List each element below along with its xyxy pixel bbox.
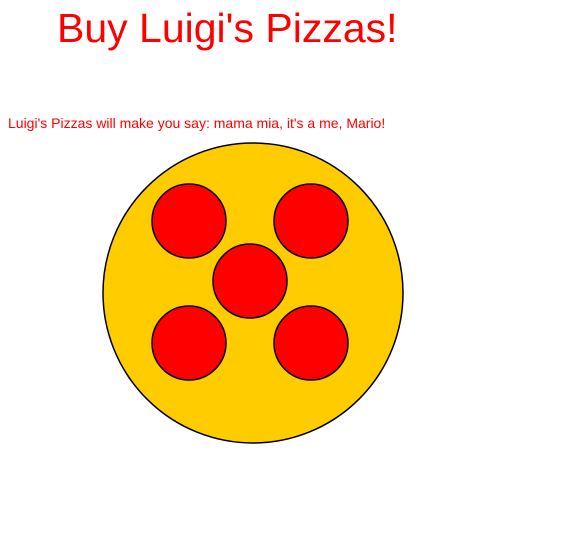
pepperoni-bottom-right [273, 305, 349, 381]
pepperoni-center [212, 243, 288, 319]
pepperoni-top-right [273, 183, 349, 259]
pizza-illustration [102, 142, 404, 444]
page-title: Buy Luigi's Pizzas! [57, 5, 398, 51]
tagline: Luigi's Pizzas will make you say: mama m… [8, 115, 386, 131]
pepperoni-bottom-left [151, 305, 227, 381]
pepperoni-top-left [151, 183, 227, 259]
